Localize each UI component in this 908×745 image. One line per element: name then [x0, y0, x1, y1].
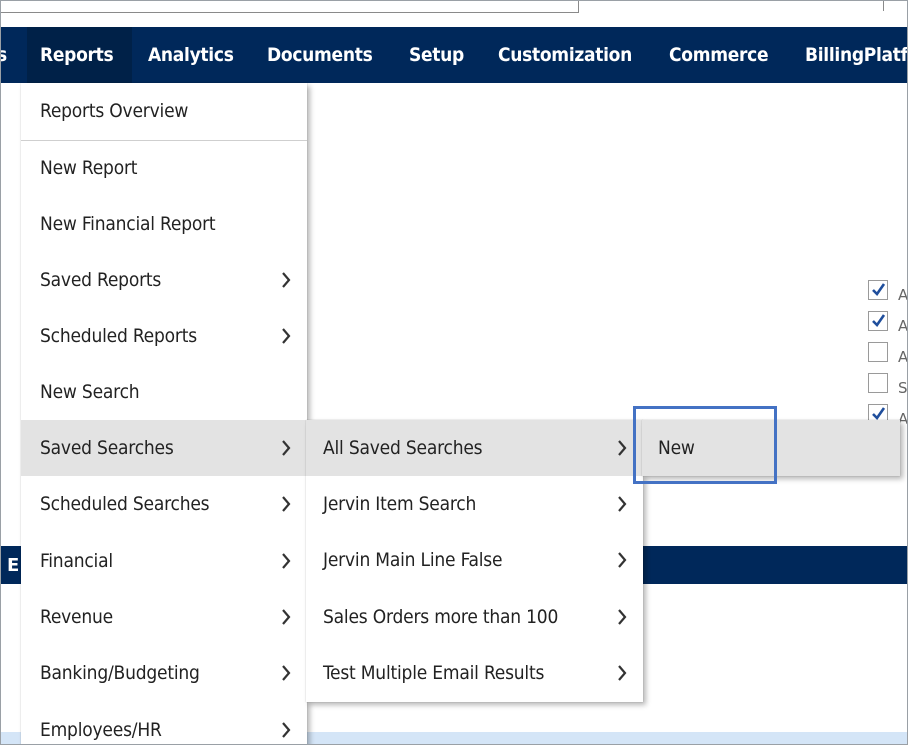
background-checkbox[interactable] — [868, 373, 888, 393]
menu-item-test-multiple-email-results[interactable]: Test Multiple Email Results — [306, 645, 643, 701]
nav-item-commerce[interactable]: Commerce — [669, 27, 769, 83]
chevron-right-icon — [282, 665, 291, 681]
menu-item-all-saved-searches[interactable]: All Saved Searches — [306, 420, 643, 476]
menu-item-label: Reports Overview — [40, 100, 189, 122]
chevron-right-icon — [618, 665, 627, 681]
menu-item-label: New Search — [40, 381, 140, 403]
chevron-right-icon — [282, 272, 291, 288]
background-checkbox[interactable] — [868, 280, 888, 300]
menu-item-label: Financial — [40, 550, 113, 572]
menu-item-label: Saved Searches — [40, 437, 174, 459]
background-checkbox-label: A — [898, 317, 908, 335]
menu-item-label: New Report — [40, 157, 138, 179]
menu-item-new-search[interactable]: New Search — [21, 364, 307, 420]
top-divider — [883, 1, 884, 11]
check-icon — [872, 283, 886, 297]
main-navbar: s Reports Analytics Documents Setup Cust… — [1, 27, 907, 83]
menu-item-revenue[interactable]: Revenue — [21, 589, 307, 645]
reports-menu: Reports Overview New Report New Financia… — [21, 83, 307, 744]
menu-item-label: All Saved Searches — [323, 437, 483, 459]
menu-item-scheduled-searches[interactable]: Scheduled Searches — [21, 476, 307, 532]
menu-item-employees-hr[interactable]: Employees/HR — [21, 702, 307, 744]
chevron-right-icon — [618, 440, 627, 456]
menu-item-label: New Financial Report — [40, 213, 216, 235]
menu-item-label: Jervin Main Line False — [323, 549, 503, 571]
chevron-right-icon — [618, 552, 627, 568]
menu-item-sales-orders-more-than-100[interactable]: Sales Orders more than 100 — [306, 589, 643, 645]
menu-item-financial[interactable]: Financial — [21, 533, 307, 589]
chevron-right-icon — [282, 722, 291, 738]
menu-item-jervin-item-search[interactable]: Jervin Item Search — [306, 476, 643, 532]
global-search-input[interactable] — [1, 1, 579, 13]
nav-item-reports[interactable]: Reports — [27, 27, 132, 83]
menu-item-label: Sales Orders more than 100 — [323, 606, 559, 628]
nav-item-partial[interactable]: s — [1, 27, 7, 83]
menu-item-jervin-main-line-false[interactable]: Jervin Main Line False — [306, 532, 643, 588]
menu-item-label: Employees/HR — [40, 719, 162, 741]
background-checkbox[interactable] — [868, 342, 888, 362]
menu-item-label: Jervin Item Search — [323, 493, 477, 515]
chevron-right-icon — [282, 328, 291, 344]
check-icon — [872, 314, 886, 328]
screenshot-frame: s Reports Analytics Documents Setup Cust… — [0, 0, 908, 745]
menu-item-saved-searches[interactable]: Saved Searches — [21, 420, 307, 476]
menu-item-new-financial-report[interactable]: New Financial Report — [21, 196, 307, 252]
nav-item-customization[interactable]: Customization — [498, 27, 632, 83]
background-checkbox-label: S — [898, 379, 908, 397]
menu-item-scheduled-reports[interactable]: Scheduled Reports — [21, 308, 307, 364]
chevron-right-icon — [282, 440, 291, 456]
nav-item-analytics[interactable]: Analytics — [148, 27, 234, 83]
menu-item-saved-reports[interactable]: Saved Reports — [21, 252, 307, 308]
menu-item-new-report[interactable]: New Report — [21, 140, 307, 196]
nav-item-setup[interactable]: Setup — [409, 27, 464, 83]
background-checkbox-label: A — [898, 348, 908, 366]
background-checkbox[interactable] — [868, 311, 888, 331]
highlight-callout-box — [633, 406, 777, 484]
menu-item-banking-budgeting[interactable]: Banking/Budgeting — [21, 645, 307, 701]
menu-item-label: Revenue — [40, 606, 113, 628]
background-section-title: E — [7, 555, 20, 576]
menu-item-label: Scheduled Reports — [40, 325, 197, 347]
nav-item-documents[interactable]: Documents — [267, 27, 373, 83]
chevron-right-icon — [282, 553, 291, 569]
menu-item-label: Scheduled Searches — [40, 493, 210, 515]
menu-item-reports-overview[interactable]: Reports Overview — [21, 83, 307, 139]
background-checkbox-label: A — [898, 286, 908, 304]
menu-item-label: Saved Reports — [40, 269, 162, 291]
chevron-right-icon — [282, 609, 291, 625]
nav-item-billingplatform[interactable]: BillingPlatf — [805, 27, 907, 83]
menu-item-label: Banking/Budgeting — [40, 662, 200, 684]
chevron-right-icon — [282, 496, 291, 512]
chevron-right-icon — [618, 496, 627, 512]
chevron-right-icon — [618, 609, 627, 625]
saved-searches-submenu: All Saved Searches Jervin Item Search Je… — [306, 420, 643, 702]
menu-item-label: Test Multiple Email Results — [323, 662, 545, 684]
